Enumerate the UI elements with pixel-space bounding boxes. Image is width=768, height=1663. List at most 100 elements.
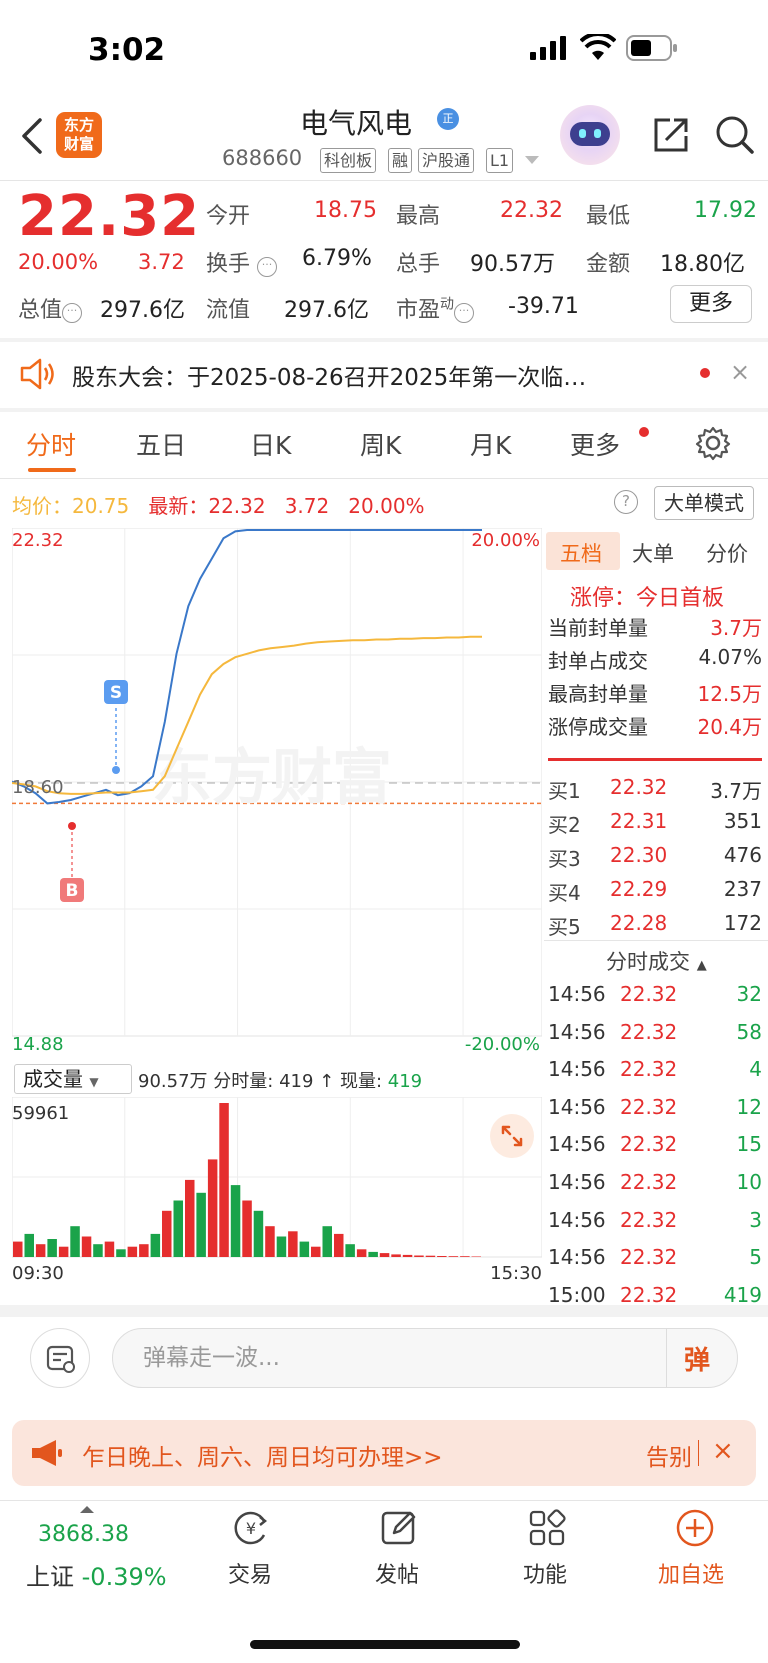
indicator-select[interactable]: 成交量 ▼ — [14, 1064, 132, 1094]
volume-bar — [322, 1226, 332, 1257]
tick-volume: 32 — [736, 982, 762, 1006]
bid-label: 买3 — [548, 847, 581, 871]
volume-bar — [345, 1244, 355, 1257]
search-icon[interactable] — [714, 114, 756, 156]
nav-functions[interactable]: 功能 — [523, 1557, 567, 1589]
help-icon[interactable]: ? — [614, 490, 638, 514]
tab-weekly-k[interactable]: 周K — [360, 426, 401, 462]
volume-bar — [368, 1251, 378, 1257]
trade-icon[interactable]: ¥ — [230, 1507, 272, 1549]
tab-monthly-k[interactable]: 月K — [470, 426, 511, 462]
turnover-label: 换手 ··· — [206, 246, 278, 278]
index-expand-icon[interactable] — [80, 1506, 94, 1513]
section-divider — [0, 1305, 768, 1317]
tick-time: 14:56 — [548, 982, 606, 1006]
ticks-title[interactable]: 分时成交 ▲ — [606, 946, 707, 976]
danmu-input[interactable]: 弹幕走一波... — [112, 1328, 738, 1388]
nav-post[interactable]: 发帖 — [375, 1557, 419, 1589]
volume-bar — [414, 1255, 424, 1257]
promo-text[interactable]: 乍日晚上、周六、周日均可办理>> — [82, 1438, 443, 1472]
volume-info: 90.57万 分时量: 419 ↑ 现量: 419 — [138, 1071, 423, 1092]
nav-trade[interactable]: 交易 — [228, 1557, 272, 1589]
tick-price: 22.32 — [620, 1132, 678, 1157]
battery-icon — [626, 35, 677, 61]
volume-bar — [13, 1241, 23, 1257]
mktcap-value: 297.6亿 — [100, 298, 185, 323]
limit-divider — [548, 758, 762, 761]
caret-up-icon: ▲ — [696, 958, 707, 973]
tab-five-day[interactable]: 五日 — [136, 426, 186, 462]
tab-daily-k[interactable]: 日K — [250, 426, 291, 462]
bid-label: 买1 — [548, 779, 581, 803]
verified-badge: 正 — [437, 108, 459, 130]
tag-margin: 融 — [388, 148, 413, 173]
nav-add-watchlist[interactable]: 加自选 — [658, 1557, 724, 1589]
add-watchlist-icon[interactable] — [674, 1507, 716, 1549]
tabs-divider — [0, 478, 768, 479]
bid-price: 22.31 — [610, 809, 668, 833]
back-icon[interactable] — [18, 116, 46, 156]
header-divider — [0, 180, 768, 181]
tick-volume: 4 — [749, 1057, 762, 1082]
volume-max-label: 59961 — [12, 1103, 69, 1124]
notice-close-icon[interactable]: × — [730, 358, 750, 386]
tick-price: 22.32 — [620, 1170, 678, 1194]
volume-bar — [196, 1192, 206, 1257]
limit-up-title: 涨停：今日首板 — [570, 586, 725, 611]
tick-volume: 10 — [736, 1170, 762, 1194]
volume-bar — [104, 1241, 115, 1257]
rp-tab-price-dist[interactable]: 分价 — [706, 538, 748, 568]
volume-bar — [299, 1241, 310, 1257]
tags-dropdown-icon[interactable] — [525, 156, 539, 164]
grid-icon[interactable] — [526, 1507, 568, 1549]
volume-chart-grid — [12, 1097, 542, 1258]
tick-price: 22.32 — [620, 1019, 678, 1044]
expand-chart-icon[interactable] — [490, 1114, 534, 1158]
bids-divider — [544, 940, 768, 941]
volume-bar — [207, 1159, 218, 1257]
open-label: 今开 — [206, 204, 251, 229]
stat-label: 当前封单量 — [548, 616, 648, 640]
app-logo: 东方 财富 — [56, 112, 102, 158]
more-quote-button[interactable]: 更多 — [670, 285, 752, 323]
rp-tab-big-order[interactable]: 大单 — [632, 538, 674, 568]
sell-marker-text: S — [110, 683, 122, 703]
high-value: 22.32 — [500, 198, 563, 223]
chart-summary: 均价：20.75 最新：22.32 3.72 20.00% — [12, 494, 425, 518]
volume-bar — [35, 1244, 46, 1257]
rp-tab-depth[interactable]: 五档 — [560, 538, 602, 568]
pe-info-icon[interactable]: ··· — [454, 303, 475, 323]
message-settings-icon[interactable] — [30, 1328, 90, 1388]
tab-intraday[interactable]: 分时 — [26, 426, 76, 462]
notice-text[interactable]: 股东大会：于2025-08-26召开2025年第一次临… — [72, 358, 586, 392]
buy-marker-text: B — [66, 881, 79, 901]
volume-bar — [173, 1200, 183, 1257]
latest-price: 22.32 — [208, 494, 266, 518]
notice-divider — [0, 408, 768, 412]
volume-bar — [334, 1233, 344, 1257]
volume-bar — [70, 1226, 80, 1257]
tick-volume: 15 — [736, 1132, 762, 1157]
index-value[interactable]: 3868.38 — [38, 1522, 129, 1547]
settings-gear-icon[interactable] — [695, 425, 731, 461]
change-percent: 20.00% — [18, 250, 99, 274]
sell-point — [112, 766, 120, 774]
big-order-mode-button[interactable]: 大单模式 — [654, 486, 754, 520]
volume-bar — [265, 1226, 275, 1257]
tick-volume: 12 — [736, 1094, 762, 1119]
share-icon[interactable] — [650, 114, 692, 156]
tab-more[interactable]: 更多 — [570, 426, 620, 462]
volume-bar — [81, 1236, 92, 1257]
index-name[interactable]: 上证 -0.39% — [26, 1557, 167, 1592]
price-axis-bottom: 14.88 — [12, 1034, 64, 1055]
mktcap-info-icon[interactable]: ··· — [62, 303, 83, 323]
danmu-send-label: 弹 — [684, 1346, 711, 1376]
price-axis-mid: 18.60 — [12, 777, 64, 798]
price-chart[interactable]: 东方财富 22.32 20.00% 18.60 14.88 -20.00% S … — [12, 528, 542, 1058]
volume-chart[interactable]: 59961 09:30 15:30 — [12, 1097, 542, 1282]
turnover-info-icon[interactable]: ··· — [257, 257, 278, 277]
compose-icon[interactable] — [378, 1507, 420, 1549]
bid-volume: 351 — [723, 809, 762, 833]
current-price: 22.32 — [18, 184, 201, 249]
promo-close-icon[interactable]: × — [712, 1436, 734, 1466]
